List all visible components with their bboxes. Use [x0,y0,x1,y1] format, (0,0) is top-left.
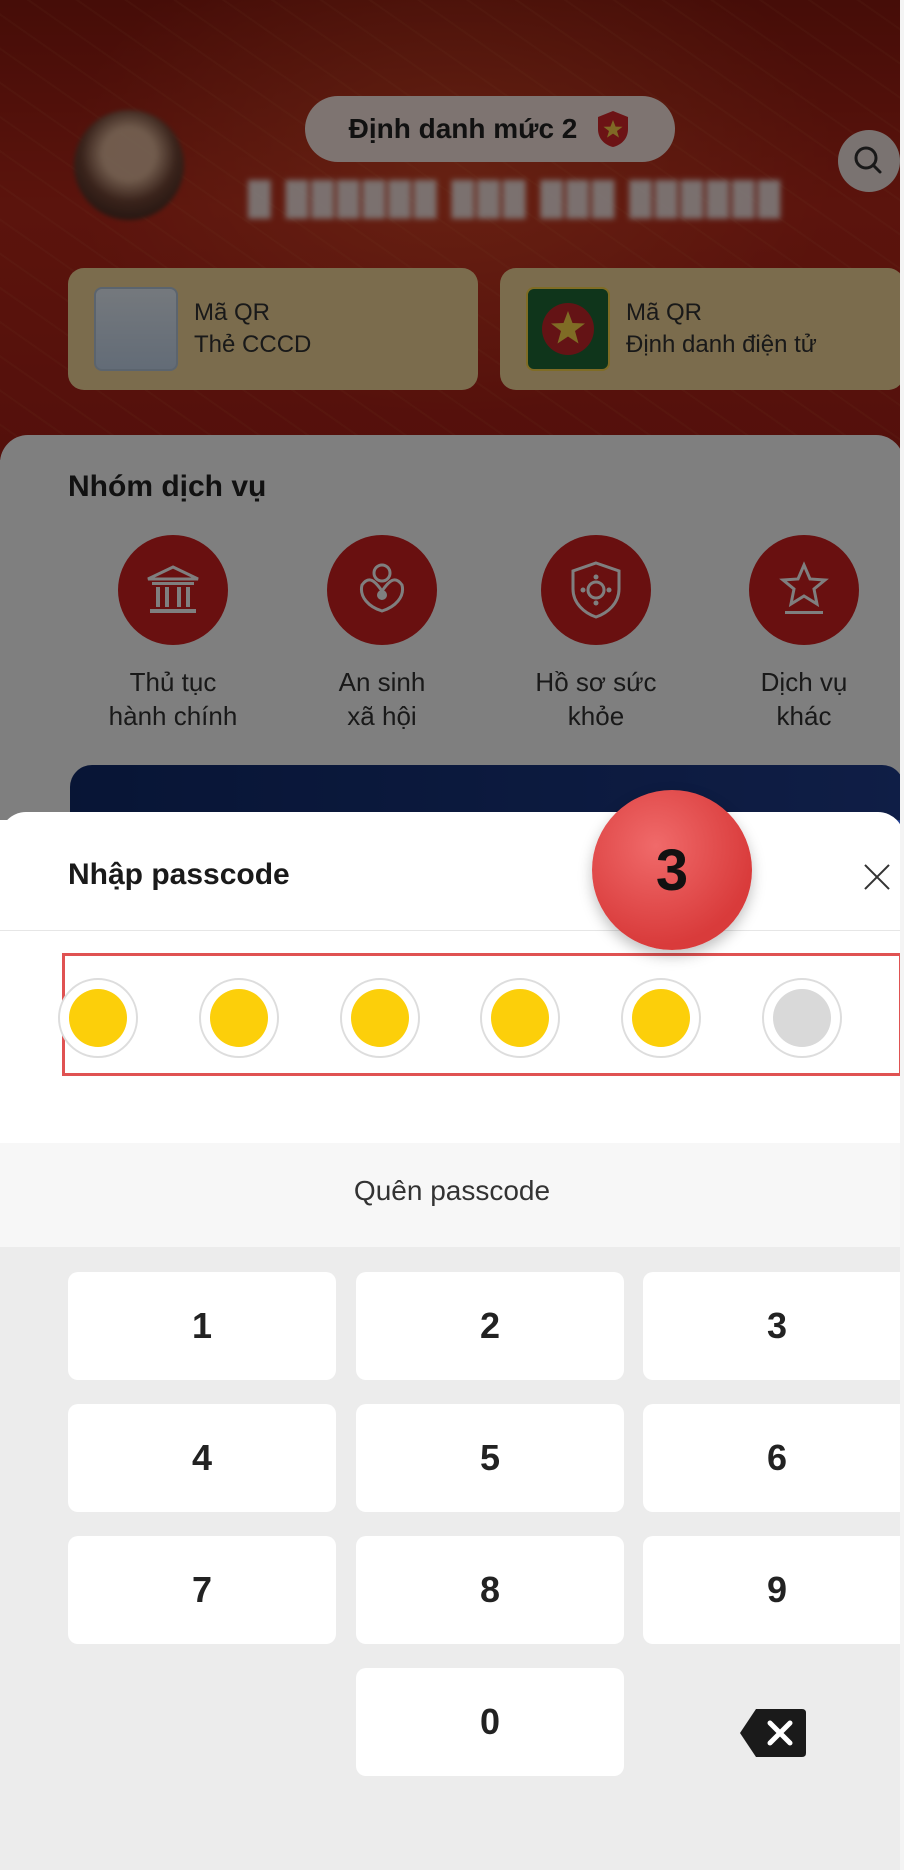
close-icon[interactable] [860,860,894,894]
divider [0,930,904,931]
key-0[interactable]: 0 [356,1668,624,1776]
key-3[interactable]: 3 [643,1272,904,1380]
passcode-dot [621,978,701,1058]
passcode-dot-filled [491,989,549,1047]
passcode-dot-filled [210,989,268,1047]
backspace-icon[interactable] [738,1707,808,1759]
passcode-dot-empty [773,989,831,1047]
screen: Định danh mức 2 █ ██████ ███ ███ ██████ … [0,0,904,1870]
step-number-badge: 3 [592,790,752,950]
screenshot-edge [900,0,904,1870]
passcode-dot [58,978,138,1058]
phone-screen: Định danh mức 2 █ ██████ ███ ███ ██████ … [0,0,904,1870]
forgot-passcode-link[interactable]: Quên passcode [0,1175,904,1207]
key-9[interactable]: 9 [643,1536,904,1644]
key-8[interactable]: 8 [356,1536,624,1644]
passcode-dot [480,978,560,1058]
passcode-dot [762,978,842,1058]
passcode-dot [340,978,420,1058]
passcode-dot [199,978,279,1058]
key-6[interactable]: 6 [643,1404,904,1512]
key-5[interactable]: 5 [356,1404,624,1512]
passcode-dot-filled [351,989,409,1047]
key-7[interactable]: 7 [68,1536,336,1644]
passcode-dot-filled [632,989,690,1047]
key-4[interactable]: 4 [68,1404,336,1512]
key-1[interactable]: 1 [68,1272,336,1380]
passcode-dot-filled [69,989,127,1047]
key-2[interactable]: 2 [356,1272,624,1380]
modal-overlay[interactable] [0,0,904,820]
passcode-title: Nhập passcode [68,858,290,891]
